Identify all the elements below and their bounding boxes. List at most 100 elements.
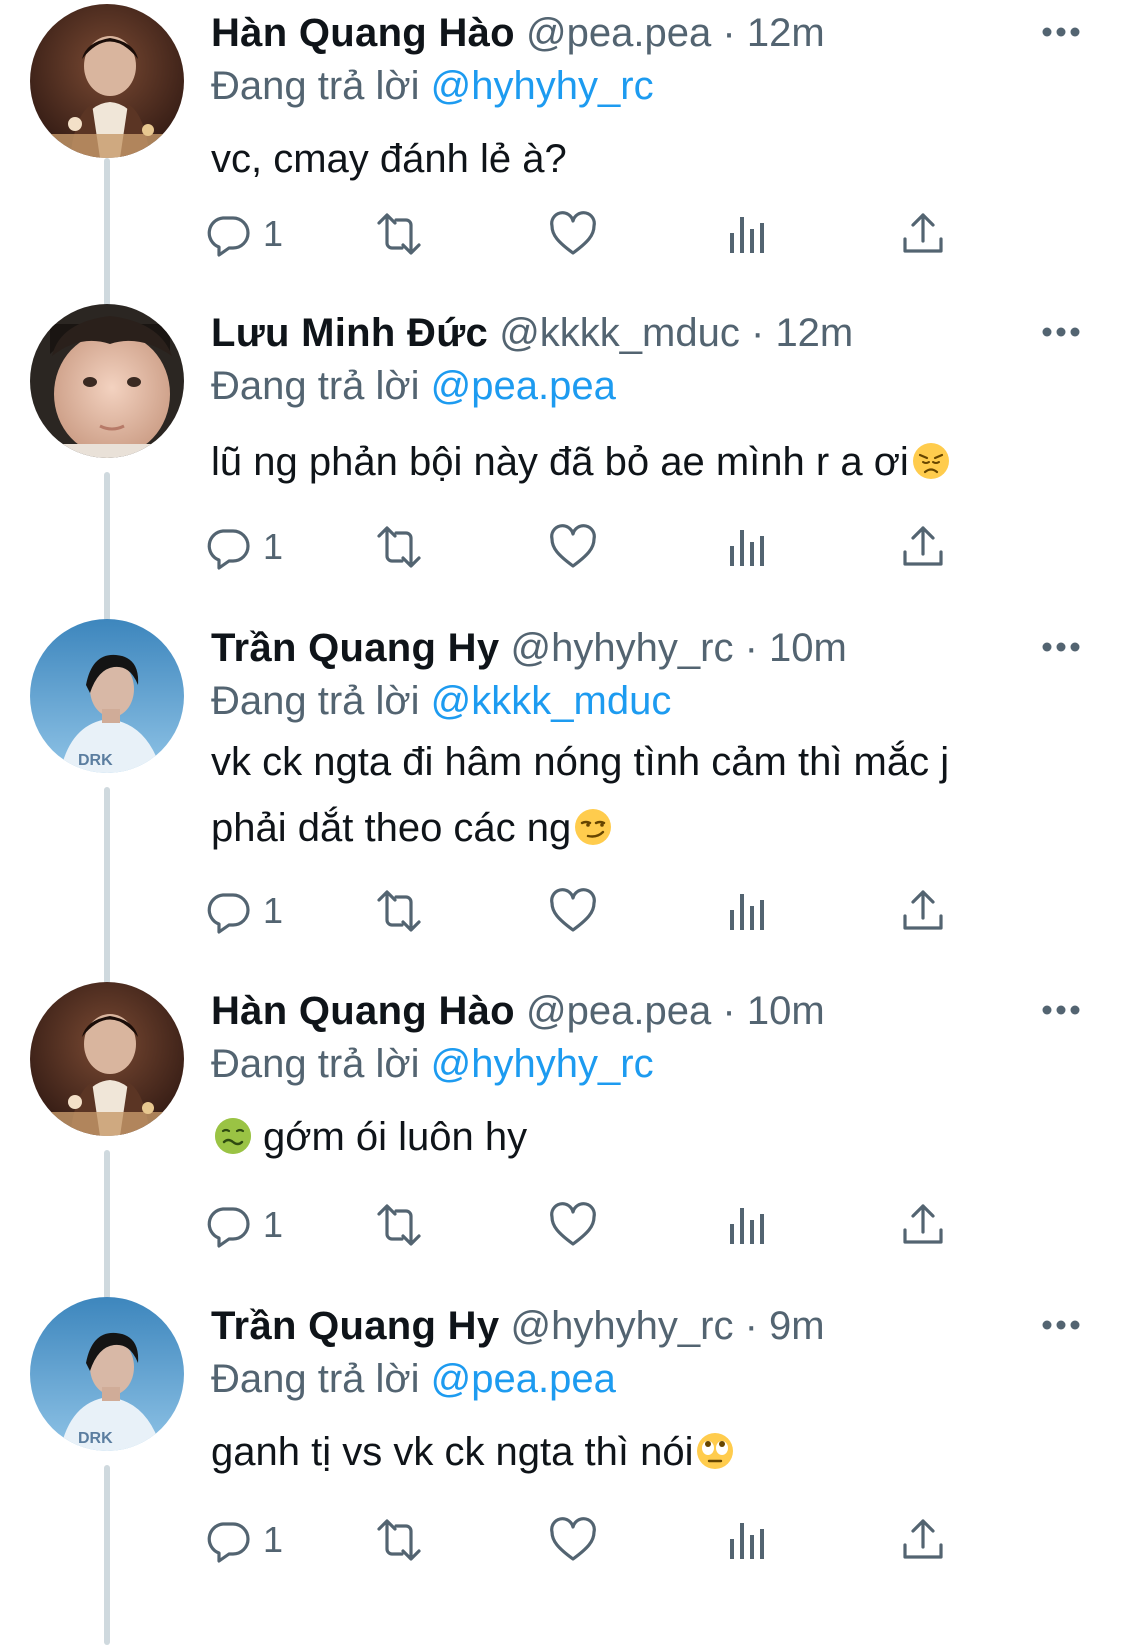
views-button[interactable] bbox=[726, 1515, 770, 1565]
user-handle[interactable]: @hyhyhy_rc bbox=[511, 1304, 734, 1348]
share-button[interactable] bbox=[899, 886, 947, 936]
display-name[interactable]: Lưu Minh Đức bbox=[211, 311, 488, 355]
timestamp[interactable]: 12m bbox=[775, 311, 853, 355]
user-handle[interactable]: @pea.pea bbox=[526, 989, 711, 1033]
tweet-text-content: vc, cmay đánh lẻ à? bbox=[211, 137, 567, 181]
share-button[interactable] bbox=[899, 209, 947, 259]
retweet-icon bbox=[377, 213, 421, 255]
replying-mention[interactable]: @hyhyhy_rc bbox=[431, 1042, 654, 1086]
retweet-button[interactable] bbox=[371, 886, 427, 936]
replying-mention[interactable]: @pea.pea bbox=[431, 364, 616, 408]
heart-icon bbox=[550, 888, 596, 932]
separator: · bbox=[744, 1304, 758, 1348]
avatar[interactable] bbox=[30, 982, 184, 1136]
user-handle[interactable]: @kkkk_mduc bbox=[499, 311, 740, 355]
more-options-icon[interactable] bbox=[1041, 326, 1081, 338]
replying-prefix: Đang trả lời bbox=[211, 679, 420, 723]
retweet-button[interactable] bbox=[371, 1515, 427, 1565]
analytics-icon bbox=[730, 1523, 764, 1559]
user-handle[interactable]: @pea.pea bbox=[526, 11, 711, 55]
share-button[interactable] bbox=[899, 522, 947, 572]
timestamp[interactable]: 9m bbox=[769, 1304, 825, 1348]
separator: · bbox=[750, 311, 765, 355]
replying-to: Đang trả lời @pea.pea bbox=[211, 361, 616, 411]
reply-count: 1 bbox=[263, 890, 284, 931]
avatar[interactable] bbox=[30, 4, 184, 158]
replying-prefix: Đang trả lời bbox=[211, 364, 420, 408]
replying-to: Đang trả lời @hyhyhy_rc bbox=[211, 1039, 654, 1089]
display-name[interactable]: Hàn Quang Hào bbox=[211, 989, 515, 1033]
reply-button[interactable]: 1 bbox=[203, 886, 283, 936]
share-button[interactable] bbox=[899, 1515, 947, 1565]
replying-mention[interactable]: @hyhyhy_rc bbox=[431, 64, 654, 108]
reply-count: 1 bbox=[263, 1519, 284, 1560]
like-button[interactable] bbox=[548, 1200, 598, 1250]
like-button[interactable] bbox=[548, 886, 598, 936]
replying-mention[interactable]: @kkkk_mduc bbox=[431, 679, 672, 723]
more-options-icon[interactable] bbox=[1041, 1319, 1081, 1331]
heart-icon bbox=[550, 524, 596, 568]
tweet-text: vc, cmay đánh lẻ à? bbox=[211, 126, 1041, 192]
share-button[interactable] bbox=[899, 1200, 947, 1250]
replying-mention[interactable]: @pea.pea bbox=[431, 1357, 616, 1401]
face-with-rolling-eyes-icon bbox=[697, 1433, 734, 1469]
replying-prefix: Đang trả lời bbox=[211, 64, 420, 108]
display-name[interactable]: Trần Quang Hy bbox=[211, 1304, 499, 1348]
share-icon bbox=[903, 526, 943, 566]
analytics-icon bbox=[730, 530, 764, 566]
replying-to: Đang trả lời @hyhyhy_rc bbox=[211, 61, 654, 111]
thread-line bbox=[104, 158, 110, 308]
tweet-header: Trần Quang Hy @hyhyhy_rc · 10m bbox=[211, 623, 847, 673]
more-options-icon[interactable] bbox=[1041, 26, 1081, 38]
heart-icon bbox=[550, 1517, 596, 1561]
display-name[interactable]: Trần Quang Hy bbox=[211, 626, 499, 670]
reply-button[interactable]: 1 bbox=[203, 209, 283, 259]
reply-button[interactable]: 1 bbox=[203, 1515, 283, 1565]
avatar[interactable] bbox=[30, 304, 184, 458]
more-options-icon[interactable] bbox=[1041, 1004, 1081, 1016]
retweet-button[interactable] bbox=[371, 522, 427, 572]
tweet-text-content: lũ ng phản bội này đã bỏ ae mình r a ơi bbox=[211, 440, 909, 484]
like-button[interactable] bbox=[548, 522, 598, 572]
reply-button[interactable]: 1 bbox=[203, 522, 283, 572]
retweet-button[interactable] bbox=[371, 1200, 427, 1250]
tweet-text: ganh tị vs vk ck ngta thì nói bbox=[211, 1419, 1041, 1485]
replying-prefix: Đang trả lời bbox=[211, 1042, 420, 1086]
share-icon bbox=[903, 1204, 943, 1244]
tweet-header: Hàn Quang Hào @pea.pea · 10m bbox=[211, 986, 825, 1036]
views-button[interactable] bbox=[726, 522, 770, 572]
tweet-text: lũ ng phản bội này đã bỏ ae mình r a ơi bbox=[211, 429, 1041, 495]
reply-count: 1 bbox=[263, 213, 284, 254]
disappointed-face-icon bbox=[912, 443, 949, 479]
timestamp[interactable]: 10m bbox=[769, 626, 847, 670]
smirking-face-icon bbox=[575, 809, 612, 845]
tweet-header: Hàn Quang Hào @pea.pea · 12m bbox=[211, 8, 825, 58]
avatar[interactable]: DRK bbox=[30, 619, 184, 773]
timestamp[interactable]: 10m bbox=[747, 989, 825, 1033]
share-icon bbox=[903, 213, 943, 253]
views-button[interactable] bbox=[726, 1200, 770, 1250]
separator: · bbox=[744, 626, 758, 670]
reply-icon bbox=[207, 216, 250, 257]
tweet-text-content: ganh tị vs vk ck ngta thì nói bbox=[211, 1430, 694, 1474]
tweet-header: Trần Quang Hy @hyhyhy_rc · 9m bbox=[211, 1301, 825, 1351]
thread-line bbox=[104, 472, 110, 622]
like-button[interactable] bbox=[548, 1515, 598, 1565]
more-options-icon[interactable] bbox=[1041, 641, 1081, 653]
avatar[interactable]: DRK bbox=[30, 1297, 184, 1451]
views-button[interactable] bbox=[726, 886, 770, 936]
svg-text:DRK: DRK bbox=[78, 1430, 113, 1447]
tweet-actions: 1 bbox=[207, 522, 1001, 572]
display-name[interactable]: Hàn Quang Hào bbox=[211, 11, 515, 55]
like-button[interactable] bbox=[548, 209, 598, 259]
views-button[interactable] bbox=[726, 209, 770, 259]
separator: · bbox=[722, 989, 736, 1033]
timestamp[interactable]: 12m bbox=[747, 11, 825, 55]
reply-button[interactable]: 1 bbox=[203, 1200, 283, 1250]
replying-to: Đang trả lời @kkkk_mduc bbox=[211, 676, 671, 726]
retweet-button[interactable] bbox=[371, 209, 427, 259]
reply-icon bbox=[207, 1522, 250, 1563]
tweet-text: vk ck ngta đi hâm nóng tình cảm thì mắc … bbox=[211, 729, 1021, 861]
user-handle[interactable]: @hyhyhy_rc bbox=[511, 626, 734, 670]
thread-line bbox=[104, 1150, 110, 1300]
